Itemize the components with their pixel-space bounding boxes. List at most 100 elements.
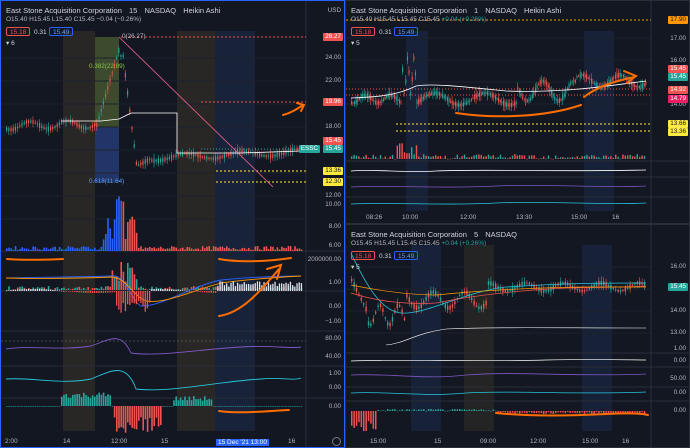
osc-bar xyxy=(466,409,468,411)
candle xyxy=(430,290,432,296)
candle xyxy=(208,157,210,159)
candle xyxy=(28,120,30,123)
osc-bar xyxy=(447,410,449,412)
volume-bar xyxy=(413,154,415,159)
symbol-header[interactable]: East Stone Acquisition Corporation 15 NA… xyxy=(6,6,225,15)
candle xyxy=(98,116,100,120)
sell-price-button[interactable]: 15.18 xyxy=(351,251,376,260)
macd-bar xyxy=(278,283,281,291)
chart-panel-1m[interactable]: East Stone Acquisition Corporation 1 NAS… xyxy=(345,0,690,224)
candle xyxy=(239,150,241,153)
candle xyxy=(197,153,199,158)
interval[interactable]: 15 xyxy=(129,6,137,15)
candle xyxy=(579,289,581,292)
crosshair-time-label: 15 Dec '21 13:00 xyxy=(216,439,269,446)
macd-bar xyxy=(10,290,12,291)
chart-style[interactable]: Heikin Ashi xyxy=(183,6,220,15)
chart-panel-15m[interactable]: East Stone Acquisition Corporation 15 NA… xyxy=(0,0,345,448)
candle xyxy=(164,157,166,162)
flow-bar xyxy=(184,287,186,290)
price-tick: 14.00 xyxy=(670,307,686,314)
osc-bar xyxy=(177,400,180,406)
candle xyxy=(352,102,354,104)
interval[interactable]: 1 xyxy=(474,6,478,15)
symbol-name[interactable]: East Stone Acquisition Corporation xyxy=(6,6,122,15)
chart-panel-5m[interactable]: East Stone Acquisition Corporation 5 NAS… xyxy=(345,224,690,448)
flow-bar xyxy=(111,270,114,290)
candle xyxy=(632,82,634,87)
price-tick: 12.00 xyxy=(325,192,341,199)
collapse-indicators-toggle[interactable]: ▾ 5 xyxy=(351,39,360,47)
symbol-name[interactable]: East Stone Acquisition Corporation xyxy=(351,6,467,15)
symbol-header[interactable]: East Stone Acquisition Corporation 1 NAS… xyxy=(351,6,566,15)
candle xyxy=(263,154,265,157)
candle xyxy=(631,284,634,286)
macd-bar xyxy=(217,285,219,291)
collapse-indicators-toggle[interactable]: ▾ 6 xyxy=(6,39,15,47)
currency-label[interactable]: USD xyxy=(328,7,341,14)
buy-price-button[interactable]: 15.49 xyxy=(394,251,419,260)
volume-bar xyxy=(281,246,283,251)
osc-bar xyxy=(61,396,63,406)
osc-bar xyxy=(509,411,511,414)
buy-price-button[interactable]: 15.49 xyxy=(394,27,419,36)
candle xyxy=(445,96,447,100)
candle xyxy=(107,86,109,90)
candle xyxy=(611,77,613,81)
chart-canvas-15m[interactable] xyxy=(1,1,345,448)
candle xyxy=(274,154,276,158)
osc-bar xyxy=(543,411,545,414)
candle xyxy=(570,82,572,85)
osc-bar xyxy=(425,410,427,412)
osc-bar xyxy=(289,406,292,407)
osc-bar xyxy=(237,406,239,407)
macd-bar xyxy=(289,281,292,291)
candle xyxy=(514,101,516,107)
volume-bar xyxy=(100,246,103,251)
volume-bar xyxy=(538,158,540,160)
volume-bar xyxy=(579,158,581,159)
interval[interactable]: 5 xyxy=(474,230,478,239)
symbol-header[interactable]: East Stone Acquisition Corporation 5 NAS… xyxy=(351,230,522,239)
sell-price-button[interactable]: 15.18 xyxy=(351,27,376,36)
volume-bar xyxy=(259,249,261,251)
osc-bar xyxy=(153,406,155,426)
collapse-indicators-toggle[interactable]: ▾ 5 xyxy=(351,263,360,271)
candle xyxy=(23,122,25,125)
candle xyxy=(111,72,113,74)
macd-bar xyxy=(151,289,153,291)
volume-bar xyxy=(39,249,41,251)
flow-bar xyxy=(76,287,78,290)
osc-bar xyxy=(483,410,485,411)
volume-bar xyxy=(547,155,550,159)
candle xyxy=(496,98,498,100)
sell-price-button[interactable]: 15.18 xyxy=(6,27,31,36)
volume-bar xyxy=(6,248,8,251)
osc-bar xyxy=(162,406,164,407)
price-tag-last: 15.45 xyxy=(668,73,688,81)
macd-bar xyxy=(102,291,105,293)
volume-bar xyxy=(221,246,224,251)
candle xyxy=(504,290,506,292)
macd-bar xyxy=(105,291,107,293)
candle xyxy=(501,101,503,104)
chart-style[interactable]: Heikin Ashi xyxy=(524,6,561,15)
osc-bar xyxy=(559,411,562,413)
symbol-name[interactable]: East Stone Acquisition Corporation xyxy=(351,230,467,239)
volume-bar xyxy=(162,248,164,251)
osc-bar xyxy=(401,409,403,411)
candle xyxy=(615,289,617,291)
osc-bar xyxy=(78,394,81,406)
volume-bar xyxy=(442,158,444,159)
volume-bar xyxy=(217,247,219,251)
volume-bar xyxy=(69,247,72,251)
candle xyxy=(83,126,85,130)
volume-bar xyxy=(631,156,634,159)
volume-bar xyxy=(173,246,175,251)
settings-gear-icon[interactable] xyxy=(332,437,341,446)
volume-bar xyxy=(241,248,243,251)
candle xyxy=(243,150,245,153)
osc-bar xyxy=(370,411,372,424)
buy-price-button[interactable]: 15.49 xyxy=(49,27,74,36)
candle xyxy=(642,83,644,89)
